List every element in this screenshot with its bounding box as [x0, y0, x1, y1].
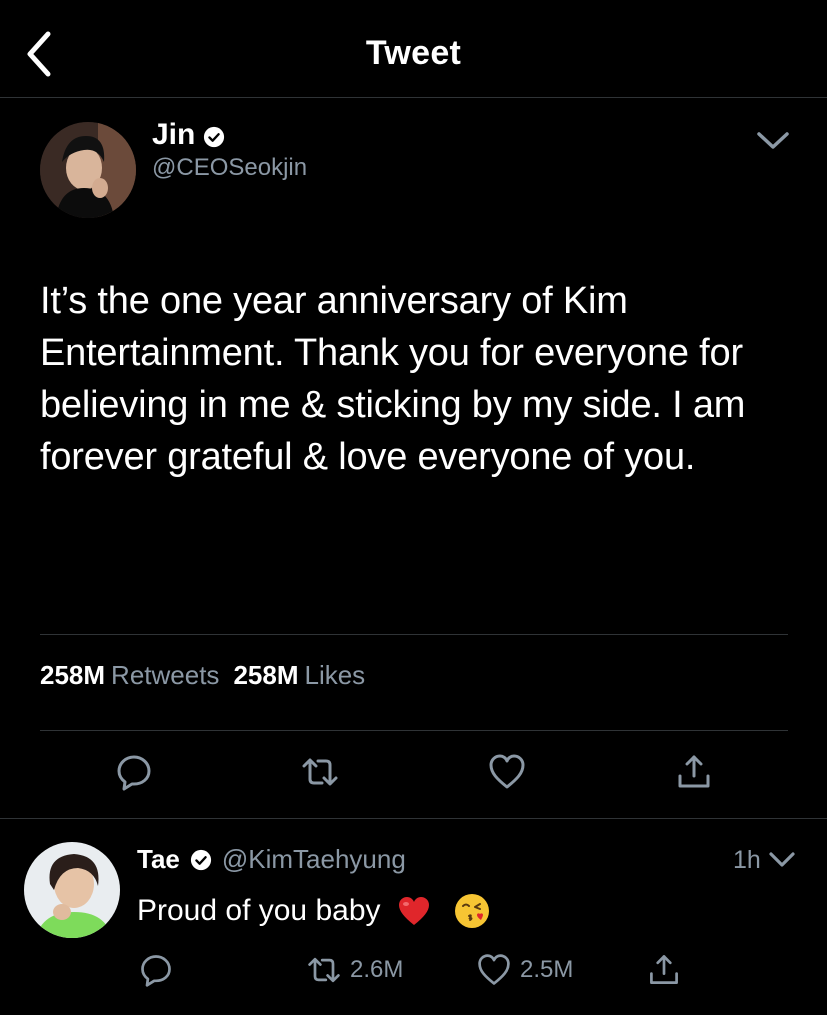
divider [40, 634, 788, 635]
reply-text: Proud of you baby [137, 894, 381, 927]
top-bar: Tweet [0, 0, 827, 98]
like-icon [478, 954, 510, 985]
reply-author-handle[interactable]: @KimTaehyung [222, 844, 406, 875]
reply-icon [141, 955, 171, 987]
author-name[interactable]: Jin [152, 118, 195, 152]
avatar[interactable] [40, 122, 136, 218]
reply-like-button[interactable]: 2.5M [476, 952, 573, 988]
page-title: Tweet [365, 34, 462, 72]
likes-count: 258M [233, 660, 299, 690]
author-handle[interactable]: @CEOSeokjin [152, 154, 307, 182]
reply-timestamp: 1h [733, 846, 761, 874]
retweet-icon[interactable] [300, 752, 340, 792]
retweets-label: Retweets [111, 660, 220, 690]
reply-retweet-button[interactable]: 2.6M [306, 952, 403, 988]
chevron-down-icon[interactable] [768, 851, 796, 869]
reply-retweet-count: 2.6M [350, 956, 404, 983]
red-heart-icon [398, 897, 429, 925]
likes-label: Likes [304, 660, 366, 690]
divider [0, 818, 827, 819]
like-icon[interactable] [487, 752, 527, 792]
tweet-text: It’s the one year anniversary of Kim Ent… [40, 280, 746, 478]
retweets-count: 258M [40, 660, 106, 690]
reply-author-name[interactable]: Tae [137, 844, 180, 875]
retweet-icon [308, 957, 340, 983]
reply-text-row: Proud of you baby [137, 892, 491, 930]
reply-icon[interactable] [114, 752, 154, 792]
reply-header: Tae @KimTaehyung [137, 844, 406, 875]
chevron-down-icon[interactable] [756, 130, 790, 152]
reply-share-button[interactable] [646, 952, 682, 988]
divider [40, 730, 788, 731]
reply-reply-button[interactable] [138, 952, 174, 988]
verified-icon [204, 126, 225, 147]
tweet-stats: 258M Retweets 258M Likes [40, 660, 365, 691]
face-blowing-kiss-icon [454, 894, 489, 928]
likes-stat[interactable]: 258M Likes [233, 660, 365, 691]
avatar[interactable] [24, 842, 120, 938]
verified-icon [190, 849, 211, 870]
share-icon[interactable] [674, 752, 714, 792]
retweets-stat[interactable]: 258M Retweets [40, 660, 219, 691]
reply-like-count: 2.5M [520, 956, 574, 983]
share-icon [650, 955, 678, 984]
author-row: Jin [152, 118, 225, 152]
